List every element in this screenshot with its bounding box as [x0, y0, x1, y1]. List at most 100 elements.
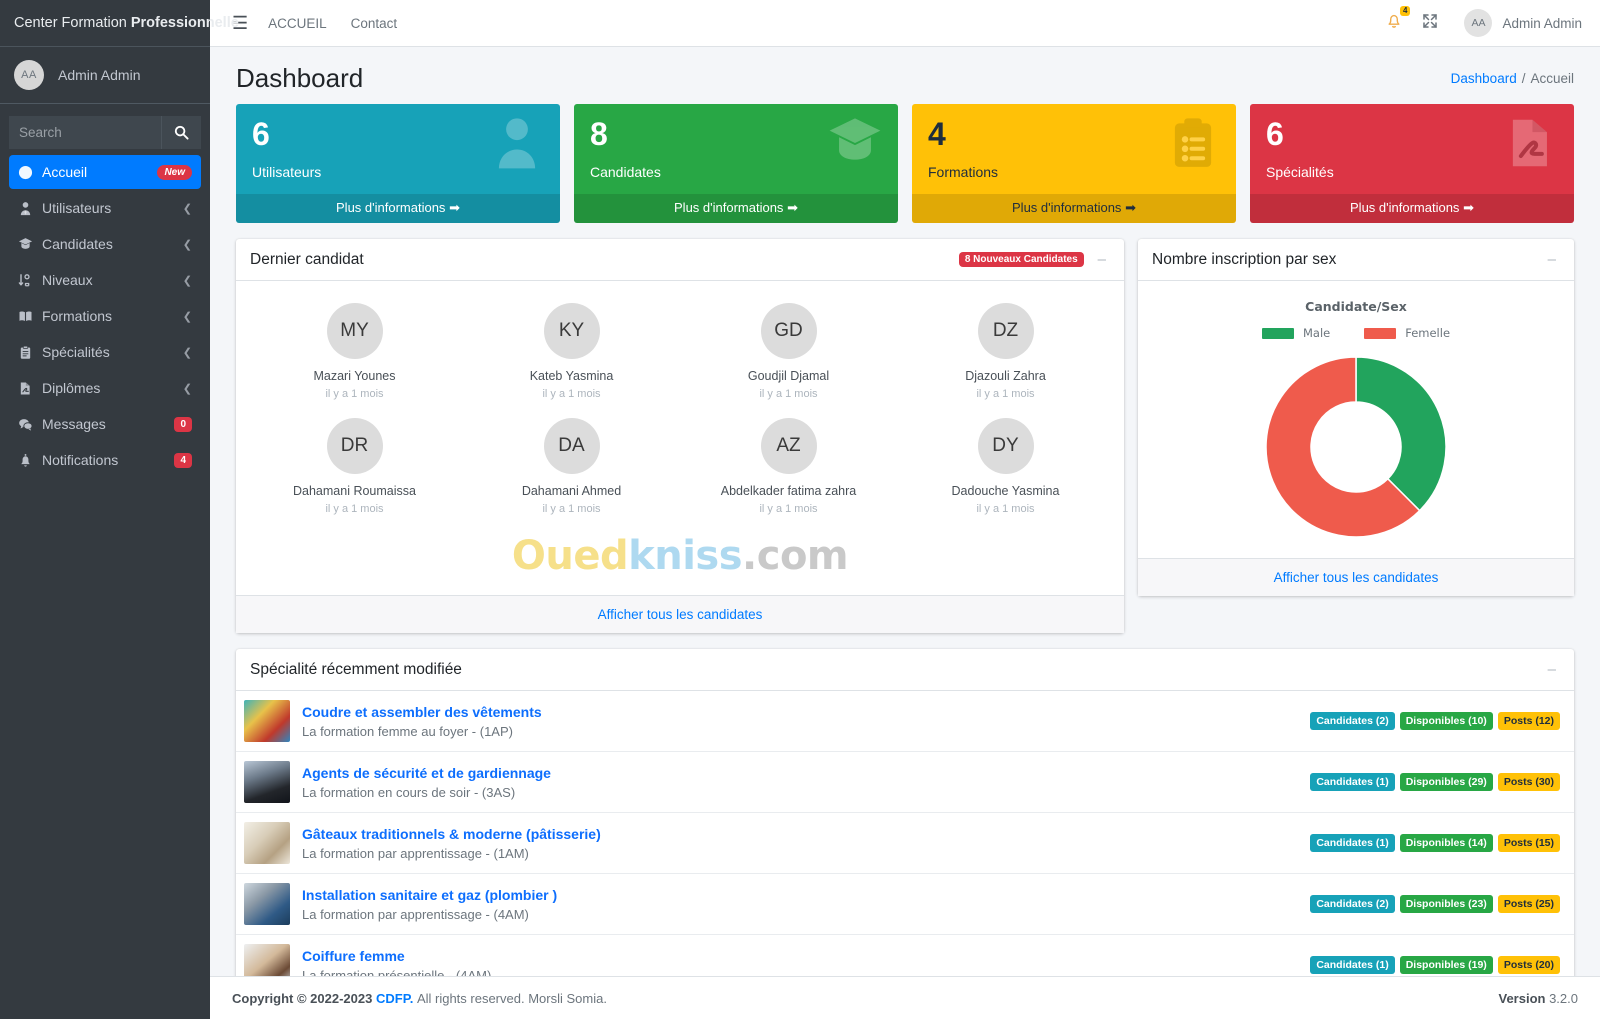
chevron-left-icon[interactable]: ❮ — [183, 238, 192, 251]
search-button[interactable] — [161, 116, 201, 149]
copyright-rest: All rights reserved. Morsli Somia. — [416, 990, 607, 1006]
notifications-button[interactable]: 4 — [1376, 6, 1412, 40]
candidate-time: il y a 1 mois — [325, 503, 384, 515]
user-tie-icon — [18, 201, 42, 216]
stat-card-sp-cialit-s[interactable]: 6 Spécialités Plus d'informations ➡ — [1250, 104, 1574, 223]
sidebar-item-sp-cialit-s[interactable]: Spécialités ❮ — [9, 335, 201, 369]
stat-card-more-label: Plus d'informations — [1012, 200, 1122, 215]
candidate-item[interactable]: AZ Abdelkader fatima zahra il y a 1 mois — [680, 410, 897, 525]
last-candidates-panel: Dernier candidat 8 Nouveaux Candidates –… — [236, 239, 1124, 633]
stat-card-body: 8 Candidates — [574, 104, 898, 194]
specialty-text: Gâteaux traditionnels & moderne (pâtisse… — [302, 825, 1310, 862]
show-all-candidates-link-2[interactable]: Afficher tous les candidates — [1274, 570, 1439, 585]
candidate-item[interactable]: DZ Djazouli Zahra il y a 1 mois — [897, 295, 1114, 410]
stat-card-more-link[interactable]: Plus d'informations ➡ — [574, 194, 898, 223]
sidebar-item-candidates[interactable]: Candidates ❮ — [9, 227, 201, 261]
chevron-left-icon[interactable]: ❮ — [183, 382, 192, 395]
page-footer: Copyright © 2022-2023 CDFP. All rights r… — [210, 976, 1600, 1019]
legend-item[interactable]: Femelle — [1364, 326, 1450, 340]
avatar: GD — [760, 303, 817, 359]
candidate-name: Goudjil Djamal — [747, 369, 830, 383]
minus-icon[interactable]: – — [1544, 252, 1560, 267]
stat-card-more-link[interactable]: Plus d'informations ➡ — [236, 194, 560, 223]
legend-label: Femelle — [1405, 326, 1451, 340]
specialty-badges: Candidates (1) Disponibles (14) Posts (15) — [1310, 833, 1560, 853]
brand-logo[interactable]: Center Formation Professionnelle — [0, 0, 239, 47]
specialty-badge: Disponibles (10) — [1399, 711, 1493, 731]
specialty-title-link[interactable]: Coiffure femme — [302, 947, 1310, 966]
watermark-part2: kniss — [628, 533, 743, 579]
specialty-text: Agents de sécurité et de gardiennage La f… — [302, 764, 1310, 801]
chevron-left-icon[interactable]: ❮ — [183, 202, 192, 215]
stat-cards: 6 Utilisateurs Plus d'informations ➡ 8 Candi… — [210, 104, 1600, 223]
minus-icon[interactable]: – — [1094, 252, 1110, 267]
avatar: DR — [326, 418, 383, 474]
breadcrumb-current: Accueil — [1530, 71, 1574, 86]
stat-card-utilisateurs[interactable]: 6 Utilisateurs Plus d'informations ➡ — [236, 104, 560, 223]
specialty-row[interactable]: Installation sanitaire et gaz (plombier … — [236, 874, 1574, 935]
navbar-user-menu[interactable]: AA Admin Admin — [1464, 9, 1582, 37]
chevron-left-icon[interactable]: ❮ — [183, 274, 192, 287]
chevron-left-icon[interactable]: ❮ — [183, 346, 192, 359]
sidebar-user-panel[interactable]: AA Admin Admin — [0, 47, 210, 104]
specialty-title-link[interactable]: Installation sanitaire et gaz (plombier … — [302, 886, 1310, 905]
panel-tools: 8 Nouveaux Candidates – — [958, 252, 1110, 267]
sidebar-item-accueil[interactable]: Accueil New — [9, 155, 201, 189]
donut-svg — [1265, 356, 1447, 538]
sidebar-item-dipl-mes[interactable]: Diplômes ❮ — [9, 371, 201, 405]
candidate-item[interactable]: KY Kateb Yasmina il y a 1 mois — [463, 295, 680, 410]
stat-card-number: 4 — [928, 116, 946, 152]
candidate-item[interactable]: GD Goudjil Djamal il y a 1 mois — [680, 295, 897, 410]
donut-slice-male[interactable] — [1355, 356, 1447, 512]
sidebar-item-label: Accueil — [42, 164, 88, 180]
breadcrumb-link-dashboard[interactable]: Dashboard — [1451, 71, 1517, 86]
sex-chart-footer: Afficher tous les candidates — [1138, 558, 1574, 596]
specialty-title-link[interactable]: Gâteaux traditionnels & moderne (pâtisse… — [302, 825, 1310, 844]
sidebar-item-label: Spécialités — [42, 344, 110, 360]
stat-card-label: Candidates — [590, 164, 661, 180]
specialty-title-link[interactable]: Agents de sécurité et de gardiennage — [302, 764, 1310, 783]
stat-card-body: 4 Formations — [912, 104, 1236, 194]
fullscreen-button[interactable] — [1412, 7, 1448, 40]
legend-item[interactable]: Male — [1261, 326, 1330, 340]
candidate-name: Djazouli Zahra — [965, 369, 1046, 383]
candidate-time: il y a 1 mois — [759, 388, 818, 400]
candidate-time: il y a 1 mois — [976, 388, 1035, 400]
show-all-candidates-link[interactable]: Afficher tous les candidates — [598, 607, 763, 622]
navlink-contact[interactable]: Contact — [339, 12, 410, 35]
panel-tools: – — [1544, 662, 1560, 677]
brand-prefix: Center Formation — [14, 15, 127, 31]
search-input[interactable] — [9, 116, 161, 149]
sort-numeric-icon — [18, 273, 42, 288]
sidebar-item-niveaux[interactable]: Niveaux ❮ — [9, 263, 201, 297]
sidebar-item-notifications[interactable]: Notifications 4 — [9, 443, 201, 477]
sidebar-item-label: Candidates — [42, 236, 113, 252]
specialty-row[interactable]: Coudre et assembler des vêtements La form… — [236, 691, 1574, 752]
stat-card-candidates[interactable]: 8 Candidates Plus d'informations ➡ — [574, 104, 898, 223]
specialty-text: Coudre et assembler des vêtements La form… — [302, 703, 1310, 740]
stat-card-more-label: Plus d'informations — [1350, 200, 1460, 215]
specialty-title-link[interactable]: Coudre et assembler des vêtements — [302, 703, 1310, 722]
sidebar-item-formations[interactable]: Formations ❮ — [9, 299, 201, 333]
candidate-item[interactable]: MY Mazari Younes il y a 1 mois — [246, 295, 463, 410]
specialty-badge: Posts (12) — [1497, 711, 1560, 731]
specialty-row[interactable]: Gâteaux traditionnels & moderne (pâtisse… — [236, 813, 1574, 874]
candidate-item[interactable]: DY Dadouche Yasmina il y a 1 mois — [897, 410, 1114, 525]
sidebar-item-utilisateurs[interactable]: Utilisateurs ❮ — [9, 191, 201, 225]
minus-icon[interactable]: – — [1544, 662, 1560, 677]
specialty-row[interactable]: Agents de sécurité et de gardiennage La f… — [236, 752, 1574, 813]
stat-card-more-link[interactable]: Plus d'informations ➡ — [912, 194, 1236, 223]
sidebar-nav: Accueil New Utilisateurs ❮ Candidates ❮ Niveau… — [0, 155, 210, 477]
candidate-item[interactable]: DR Dahamani Roumaissa il y a 1 mois — [246, 410, 463, 525]
breadcrumb: Dashboard / Accueil — [1451, 71, 1574, 86]
navlink-accueil[interactable]: ACCUEIL — [256, 12, 339, 35]
sidebar-item-messages[interactable]: Messages 0 — [9, 407, 201, 441]
stat-card-formations[interactable]: 4 Formations Plus d'informations ➡ — [912, 104, 1236, 223]
candidate-item[interactable]: DA Dahamani Ahmed il y a 1 mois — [463, 410, 680, 525]
navbar-user-name: Admin Admin — [1502, 15, 1582, 31]
watermark-part3: .com — [742, 533, 849, 579]
stat-card-more-link[interactable]: Plus d'informations ➡ — [1250, 194, 1574, 223]
chevron-left-icon[interactable]: ❮ — [183, 310, 192, 323]
sidebar-item-label: Diplômes — [42, 380, 101, 396]
cdfp-link[interactable]: CDFP. — [376, 991, 413, 1006]
